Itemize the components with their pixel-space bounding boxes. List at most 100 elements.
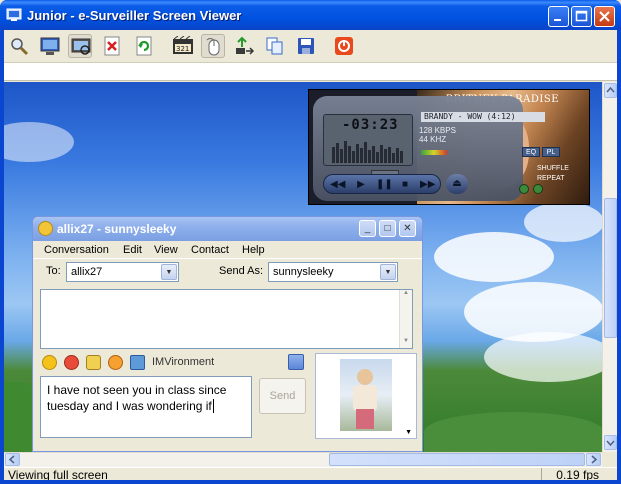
scroll-thumb[interactable] (604, 198, 617, 338)
menu-edit[interactable]: Edit (123, 244, 142, 256)
sendas-combo[interactable]: sunnysleeky ▼ (268, 262, 398, 282)
minimize-button[interactable] (548, 6, 569, 27)
play-button[interactable]: ▶ (354, 178, 368, 192)
audible-icon[interactable] (64, 355, 79, 370)
refresh-icon (136, 36, 152, 56)
previous-icon: ◀◀ (330, 179, 346, 190)
transport-controls: ◀◀ ▶ ❚❚ ■ ▶▶ (323, 174, 441, 194)
scroll-down-icon[interactable]: ▼ (400, 338, 412, 348)
avatar-toggle-button[interactable] (288, 354, 304, 370)
avatar-legs (356, 409, 374, 429)
countdown-button[interactable]: 321 (170, 34, 194, 58)
view-screen-button[interactable] (68, 34, 92, 58)
eq-button[interactable]: EQ (522, 147, 540, 157)
messenger-maximize-button[interactable]: □ (379, 220, 396, 237)
avatar-body (353, 385, 377, 411)
stop-button[interactable]: ■ (398, 178, 412, 192)
previous-button[interactable]: ◀◀ (330, 178, 346, 192)
horizontal-scroll-thumb[interactable] (329, 453, 585, 466)
chevron-down-icon[interactable]: ▼ (161, 264, 177, 280)
remote-screen-view[interactable]: BRITNEY PARADISE -03:23 BRANDY - WOW (4:… (4, 82, 602, 452)
imvironment-label[interactable]: IMVironment (152, 356, 214, 368)
imvironment-icon[interactable] (130, 355, 145, 370)
copy-icon (266, 37, 283, 55)
save-icon (298, 38, 314, 54)
power-button[interactable] (332, 34, 356, 58)
minimize-icon (554, 19, 561, 21)
buzz-icon[interactable] (108, 355, 123, 370)
text-cursor (212, 399, 214, 413)
horizontal-scrollbar[interactable] (4, 452, 602, 467)
volume-bar[interactable] (421, 150, 447, 155)
cloud (524, 202, 602, 242)
avatar-panel: ▼ (315, 353, 417, 439)
message-input[interactable]: I have not seen you in class since tuesd… (40, 376, 252, 438)
refresh-button[interactable] (132, 34, 156, 58)
save-button[interactable] (294, 34, 318, 58)
close-button[interactable] (594, 6, 615, 27)
chevron-down-icon[interactable]: ▼ (380, 264, 396, 280)
menu-conversation[interactable]: Conversation (44, 244, 109, 256)
maximize-button[interactable] (571, 6, 592, 27)
messenger-close-button[interactable]: ✕ (399, 220, 416, 237)
eject-button[interactable]: ⏏ (446, 174, 468, 194)
screen-capture-button[interactable] (38, 34, 62, 58)
smiley-icon[interactable] (42, 355, 57, 370)
shuffle-label[interactable]: SHUFFLE (537, 165, 569, 172)
media-player-window[interactable]: BRITNEY PARADISE -03:23 BRANDY - WOW (4:… (308, 89, 590, 205)
pl-button[interactable]: PL (542, 147, 560, 157)
khz-value: 44 (419, 135, 428, 144)
scroll-up-icon[interactable]: ▲ (400, 290, 412, 300)
messenger-title-bar[interactable]: allix27 - sunnysleeky _ □ ✕ (33, 217, 422, 241)
hill (424, 412, 602, 452)
to-combo[interactable]: allix27 ▼ (66, 262, 179, 282)
bitrate-display: 128 KBPS 44 KHZ (419, 126, 456, 144)
scroll-down-button[interactable] (604, 435, 617, 450)
fps-display: 0.19 fps (541, 468, 617, 480)
vertical-scrollbar[interactable] (602, 82, 617, 452)
repeat-label[interactable]: REPEAT (537, 175, 565, 182)
eject-icon: ⏏ (452, 178, 462, 189)
mouse-control-button[interactable] (201, 34, 225, 58)
avatar (340, 359, 392, 431)
maximize-icon (575, 10, 588, 22)
kbps-label: KBPS (434, 126, 456, 135)
scroll-left-icon (8, 455, 15, 464)
scroll-left-button[interactable] (5, 453, 20, 466)
spectrum-analyzer (332, 141, 403, 163)
menu-help[interactable]: Help (242, 244, 265, 256)
menu-contact[interactable]: Contact (191, 244, 229, 256)
pause-icon: ❚❚ (376, 179, 393, 190)
window-frame-bottom (0, 480, 621, 484)
pause-button[interactable]: ❚❚ (376, 178, 393, 192)
minimize-icon: _ (364, 223, 371, 234)
send-button[interactable]: Send (259, 378, 306, 414)
status-text: Viewing full screen (8, 468, 108, 480)
repeat-toggle[interactable] (533, 184, 543, 194)
menu-view[interactable]: View (154, 244, 178, 256)
text-style-icon[interactable] (86, 355, 101, 370)
copy-button[interactable] (263, 34, 287, 58)
player-time: -03:23 (342, 117, 399, 133)
zoom-icon (11, 38, 29, 56)
stop-icon: ■ (401, 179, 409, 190)
next-button[interactable]: ▶▶ (420, 178, 435, 192)
messenger-minimize-button[interactable]: _ (359, 220, 376, 237)
history-scrollbar[interactable]: ▲ ▼ (399, 290, 412, 348)
messenger-window[interactable]: allix27 - sunnysleeky _ □ ✕ Conversation… (32, 216, 423, 452)
avatar-options-icon[interactable]: ▼ (405, 429, 412, 436)
zoom-button[interactable] (7, 34, 31, 58)
shuffle-toggle[interactable] (519, 184, 529, 194)
app-window: Junior - e-Surveiller Screen Viewer 321 … (0, 0, 621, 484)
message-history[interactable]: ▲ ▼ (40, 289, 413, 349)
delete-button[interactable] (100, 34, 124, 58)
player-display: -03:23 (323, 114, 413, 166)
scroll-up-button[interactable] (604, 83, 617, 98)
address-strip (4, 63, 617, 81)
sendas-label: Send As: (219, 265, 264, 277)
upload-button[interactable] (232, 34, 256, 58)
close-icon: ✕ (403, 223, 412, 234)
scroll-right-button[interactable] (586, 453, 601, 466)
maximize-icon: □ (384, 223, 391, 234)
title-bar[interactable]: Junior - e-Surveiller Screen Viewer (0, 0, 621, 30)
